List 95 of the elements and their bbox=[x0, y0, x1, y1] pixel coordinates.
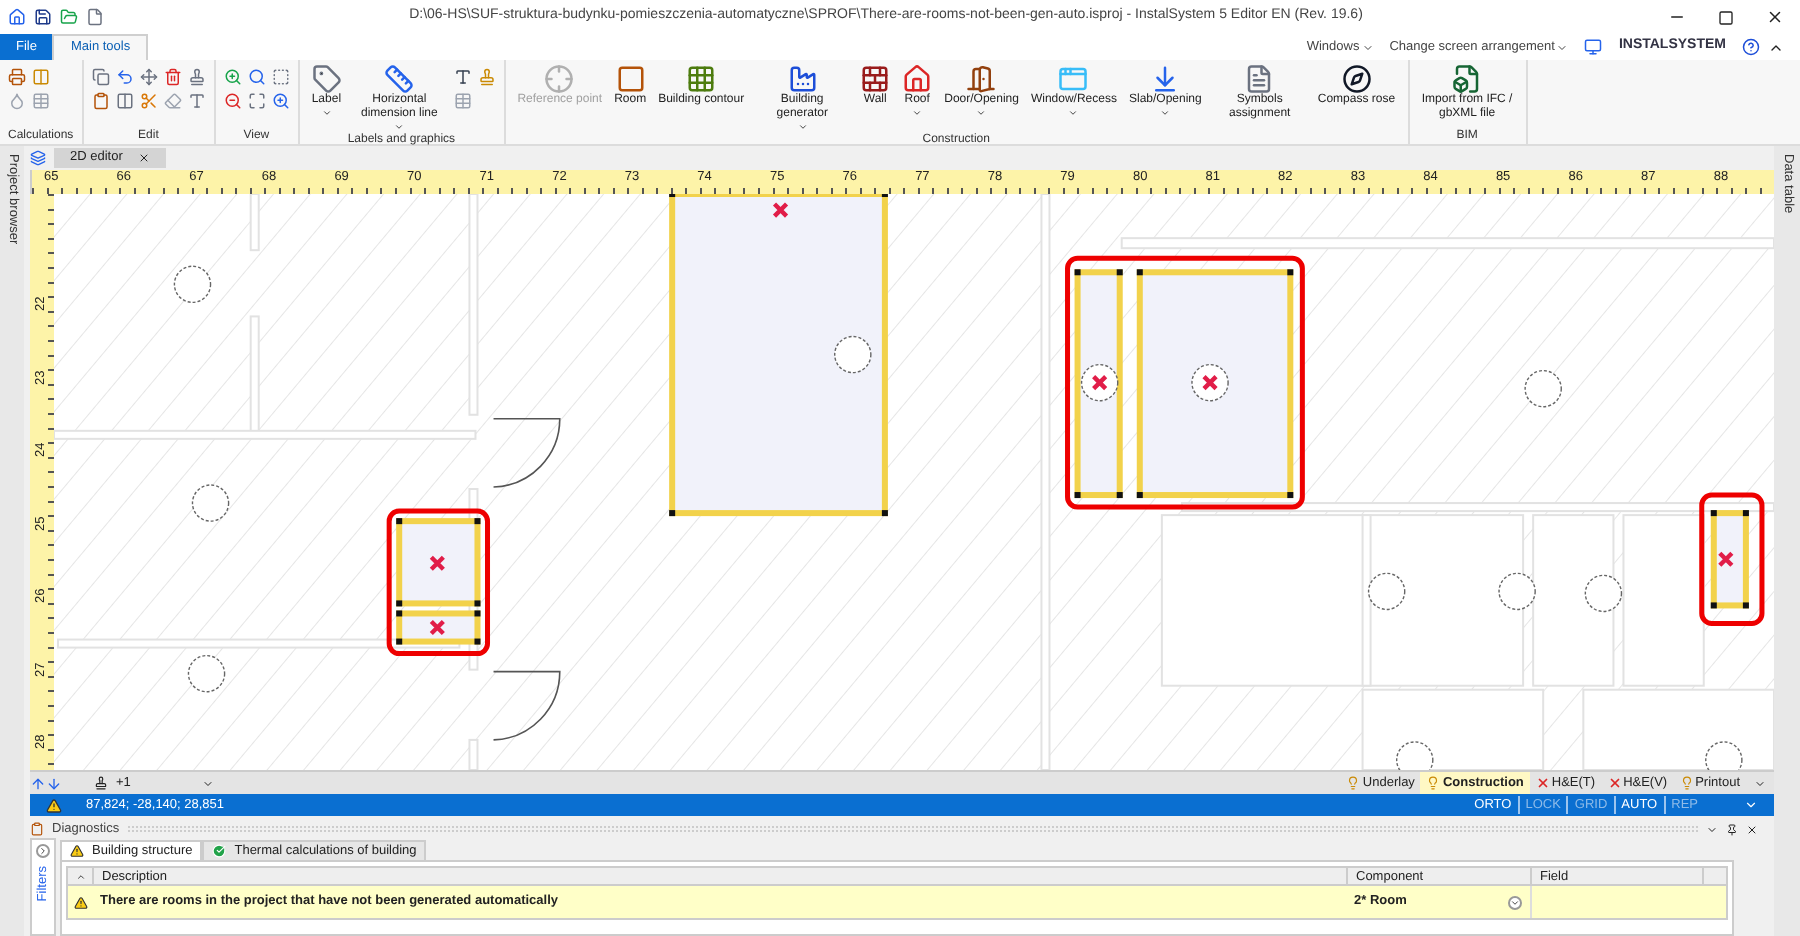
hidden-layer-icon bbox=[1535, 776, 1550, 790]
diagnostics-icon bbox=[30, 822, 44, 836]
toolbar-icon[interactable] bbox=[271, 92, 290, 110]
tool-icon bbox=[1058, 64, 1089, 94]
room-tag-icon bbox=[191, 484, 230, 522]
door-swing-icon bbox=[492, 670, 561, 741]
app-icon bbox=[8, 8, 26, 26]
table-cell bbox=[1702, 886, 1726, 918]
level-icon bbox=[94, 776, 108, 790]
tool-icon bbox=[966, 64, 997, 94]
wall bbox=[249, 194, 260, 252]
caret-icon bbox=[1361, 41, 1374, 53]
error-x-icon bbox=[429, 555, 446, 572]
caret-icon bbox=[394, 122, 405, 132]
tool-icon bbox=[311, 64, 342, 94]
tool-icon bbox=[860, 64, 891, 94]
layers-icon[interactable] bbox=[30, 149, 46, 165]
room-tag-icon bbox=[1396, 741, 1434, 770]
toolbar-icon[interactable] bbox=[187, 68, 206, 86]
room-tag-icon bbox=[1191, 363, 1229, 402]
caret-icon bbox=[912, 108, 923, 118]
caret-icon bbox=[321, 108, 332, 118]
pin-icon[interactable] bbox=[1726, 823, 1738, 835]
caret-icon bbox=[976, 108, 987, 118]
toolbar-icon[interactable] bbox=[115, 92, 134, 110]
warning-icon bbox=[46, 797, 62, 813]
close-icon[interactable] bbox=[1766, 8, 1784, 26]
error-highlight-frame bbox=[1699, 492, 1765, 626]
close-icon[interactable] bbox=[1746, 823, 1758, 835]
room-tag-icon bbox=[173, 265, 212, 304]
door-swing-icon bbox=[492, 417, 561, 488]
open-folder-icon[interactable] bbox=[60, 8, 78, 26]
toolbar-icon[interactable] bbox=[8, 68, 26, 86]
tool-icon bbox=[544, 64, 575, 94]
toolbar-icon[interactable] bbox=[247, 68, 266, 86]
toolbar-icon[interactable] bbox=[453, 68, 472, 86]
caret-icon bbox=[797, 122, 808, 132]
room-tag-icon bbox=[1367, 572, 1406, 611]
room-tag-icon bbox=[1498, 572, 1536, 611]
tool-icon bbox=[1452, 64, 1483, 94]
arrow-down-icon[interactable] bbox=[46, 775, 62, 791]
caret-icon bbox=[1068, 108, 1079, 118]
error-x-icon bbox=[1717, 551, 1735, 568]
restore-icon[interactable] bbox=[1718, 9, 1734, 25]
caret-icon bbox=[1160, 108, 1171, 118]
tool-icon bbox=[1150, 64, 1181, 94]
close-icon[interactable] bbox=[138, 152, 151, 164]
hidden-layer-icon bbox=[1607, 776, 1622, 790]
tool-icon bbox=[1341, 64, 1372, 94]
toolbar-icon[interactable] bbox=[223, 68, 242, 86]
caret-icon bbox=[1556, 41, 1569, 53]
toolbar-icon[interactable] bbox=[91, 92, 110, 110]
selected-room[interactable] bbox=[396, 610, 481, 645]
save-icon[interactable] bbox=[34, 8, 52, 26]
room-tag-icon bbox=[834, 335, 872, 374]
room-tag-icon bbox=[187, 654, 226, 693]
bulb-icon bbox=[1346, 776, 1361, 790]
toolbar-icon[interactable] bbox=[32, 68, 50, 86]
toolbar-icon[interactable] bbox=[115, 68, 134, 86]
bulb-icon bbox=[1426, 776, 1441, 790]
tool-icon bbox=[615, 64, 646, 94]
toolbar-icon[interactable] bbox=[163, 68, 182, 86]
caret-icon[interactable] bbox=[1706, 823, 1718, 835]
room-tag-icon bbox=[1080, 363, 1119, 402]
tool-icon bbox=[787, 64, 818, 94]
warning-icon bbox=[73, 895, 87, 909]
tool-icon bbox=[1244, 64, 1275, 94]
bulb-icon bbox=[1679, 776, 1694, 790]
warning-icon bbox=[70, 844, 84, 858]
toolbar-icon[interactable] bbox=[223, 92, 242, 110]
monitor-icon[interactable] bbox=[1584, 38, 1603, 56]
room-tag-icon bbox=[1524, 369, 1562, 408]
room-tag-icon bbox=[1584, 574, 1623, 613]
arrow-up-icon[interactable] bbox=[30, 775, 46, 791]
expand-icon[interactable] bbox=[36, 844, 50, 858]
room-tag-icon bbox=[1705, 741, 1743, 770]
help-icon[interactable] bbox=[1742, 38, 1760, 56]
new-file-icon[interactable] bbox=[86, 8, 104, 26]
tool-icon bbox=[686, 64, 717, 94]
error-x-icon bbox=[1201, 374, 1219, 391]
toolbar-icon[interactable] bbox=[247, 92, 266, 110]
caret-icon bbox=[202, 777, 214, 789]
error-x-icon bbox=[772, 201, 789, 219]
tool-icon bbox=[902, 64, 933, 94]
tool-icon bbox=[384, 64, 415, 94]
toolbar-icon[interactable] bbox=[139, 92, 158, 110]
toolbar-icon[interactable] bbox=[91, 68, 110, 86]
toolbar-icon[interactable] bbox=[139, 68, 158, 86]
caret-icon bbox=[1508, 895, 1522, 909]
toolbar-icon[interactable] bbox=[187, 92, 206, 110]
toolbar-icon[interactable] bbox=[477, 68, 496, 86]
selected-room[interactable] bbox=[1710, 510, 1749, 609]
toolbar-icon[interactable] bbox=[271, 68, 290, 86]
error-x-icon bbox=[429, 619, 446, 636]
error-x-icon bbox=[1091, 374, 1108, 391]
